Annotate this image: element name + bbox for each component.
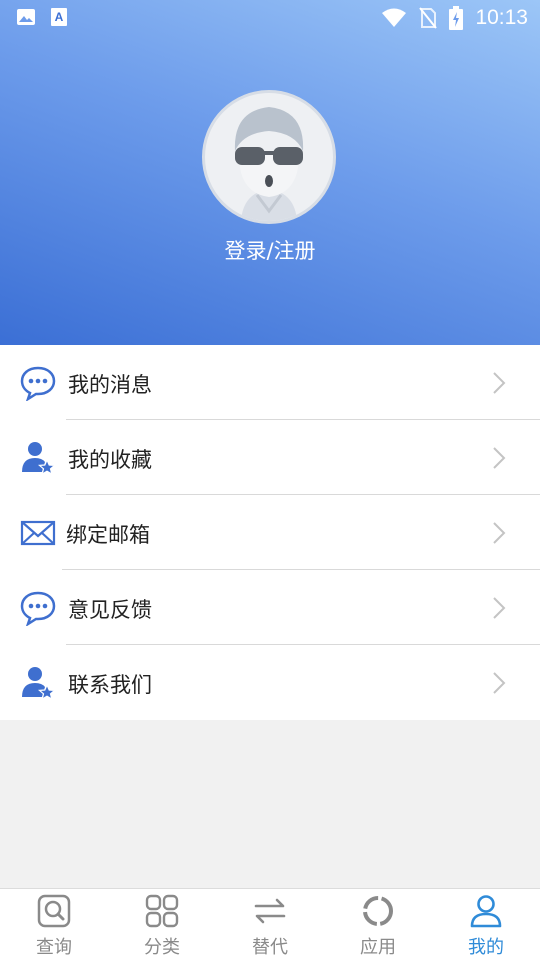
tab-replace[interactable]: 替代 xyxy=(216,889,324,961)
tab-label: 我的 xyxy=(468,937,504,958)
chat-bubble-icon xyxy=(20,591,56,626)
user-star-icon xyxy=(22,442,56,476)
chevron-right-icon xyxy=(493,447,506,469)
tab-label: 分类 xyxy=(144,937,180,958)
menu-list: 我的消息 我的收藏 绑定邮箱 意见反馈 联系我们 xyxy=(0,345,540,720)
menu-item-label: 意见反馈 xyxy=(68,598,152,622)
chevron-right-icon xyxy=(493,597,506,619)
tab-query[interactable]: 查询 xyxy=(0,889,108,961)
tab-apps[interactable]: 应用 xyxy=(324,889,432,961)
status-time: 10:13 xyxy=(475,6,528,29)
font-a-icon: A xyxy=(51,8,67,26)
menu-item-label: 我的消息 xyxy=(68,373,152,397)
user-icon xyxy=(470,895,502,928)
avatar[interactable] xyxy=(202,90,336,224)
wifi-icon xyxy=(382,8,407,27)
svg-text:A: A xyxy=(55,10,64,24)
image-icon xyxy=(17,9,35,25)
menu-item-label: 我的收藏 xyxy=(68,448,152,472)
profile-header: A 10:13 登录/注册 xyxy=(0,0,540,345)
menu-item-label: 联系我们 xyxy=(68,673,152,697)
grid-icon xyxy=(145,894,179,928)
menu-item-bind-email[interactable]: 绑定邮箱 xyxy=(0,495,540,570)
tab-label: 替代 xyxy=(252,937,288,958)
chevron-right-icon xyxy=(493,522,506,544)
login-register-link[interactable]: 登录/注册 xyxy=(0,235,540,265)
menu-item-feedback[interactable]: 意见反馈 xyxy=(0,570,540,645)
bottom-navigation: 查询 分类 替代 应用 我的 xyxy=(0,888,540,961)
avatar-illustration xyxy=(234,107,304,221)
tab-mine[interactable]: 我的 xyxy=(432,889,540,961)
menu-item-label: 绑定邮箱 xyxy=(66,523,150,547)
swap-arrows-icon xyxy=(254,898,286,924)
battery-charging-icon xyxy=(449,6,464,30)
status-bar: A 10:13 xyxy=(0,0,540,36)
no-sim-icon xyxy=(419,7,438,29)
chevron-right-icon xyxy=(493,672,506,694)
user-star-icon xyxy=(22,667,56,701)
search-icon xyxy=(37,894,71,928)
chevron-right-icon xyxy=(493,372,506,394)
envelope-icon xyxy=(20,520,56,546)
chat-bubble-icon xyxy=(20,366,56,401)
menu-item-contact-us[interactable]: 联系我们 xyxy=(0,645,540,720)
menu-item-my-messages[interactable]: 我的消息 xyxy=(0,345,540,420)
menu-item-my-favorites[interactable]: 我的收藏 xyxy=(0,420,540,495)
tab-label: 查询 xyxy=(36,937,72,958)
ring-icon xyxy=(363,896,393,926)
tab-label: 应用 xyxy=(360,937,396,958)
tab-category[interactable]: 分类 xyxy=(108,889,216,961)
